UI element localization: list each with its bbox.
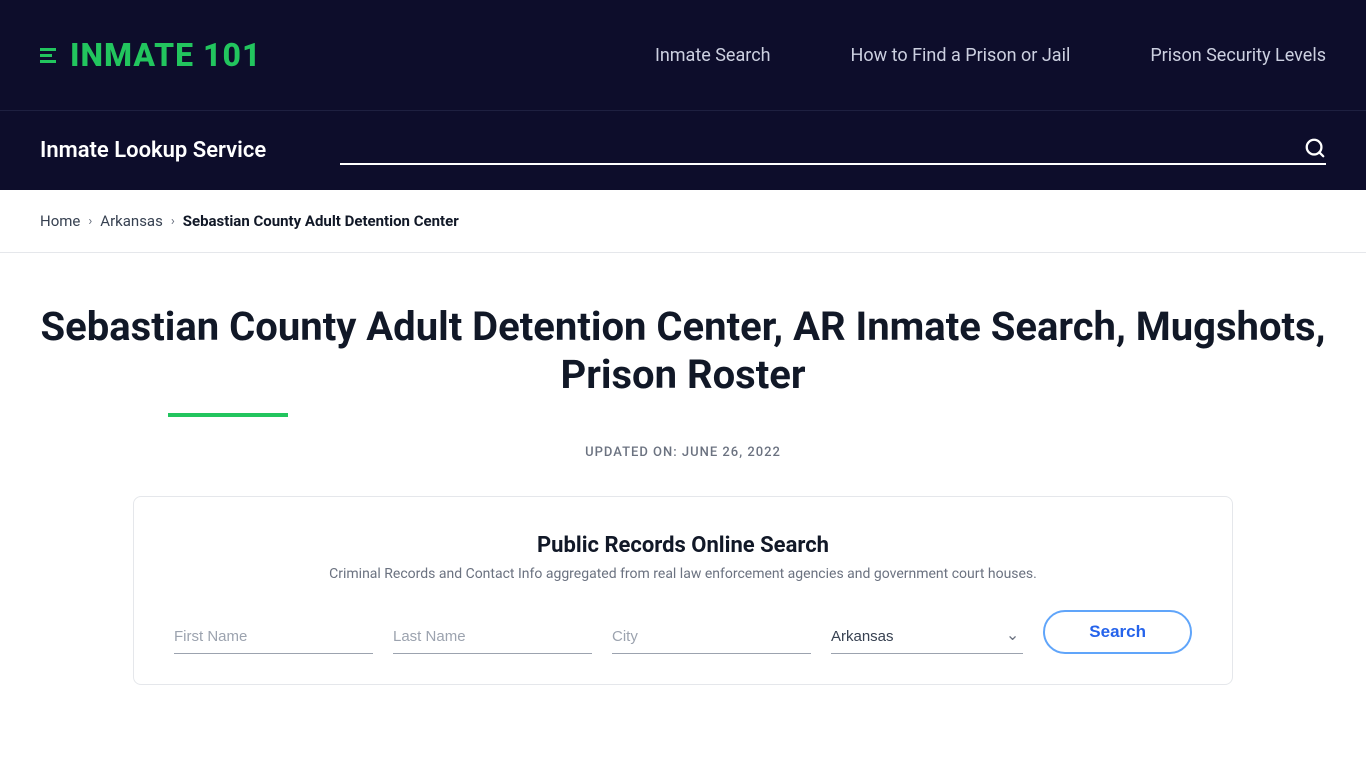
breadcrumb-home[interactable]: Home bbox=[40, 212, 80, 230]
search-input[interactable] bbox=[340, 137, 1294, 158]
breadcrumb-sep-1: › bbox=[88, 214, 92, 229]
form-row: AlabamaAlaskaArizonaArkansasCaliforniaCo… bbox=[174, 610, 1192, 654]
state-select[interactable]: AlabamaAlaskaArizonaArkansasCaliforniaCo… bbox=[831, 620, 1023, 654]
logo-bars-icon bbox=[40, 48, 56, 63]
breadcrumb: Home › Arkansas › Sebastian County Adult… bbox=[40, 212, 1326, 230]
last-name-input[interactable] bbox=[393, 620, 592, 654]
search-bar-area: Inmate Lookup Service bbox=[0, 110, 1366, 190]
logo-inmate: INMATE bbox=[70, 36, 194, 74]
page-title: Sebastian County Adult Detention Center,… bbox=[40, 303, 1326, 399]
nav-link-how-to-find[interactable]: How to Find a Prison or Jail bbox=[851, 45, 1071, 66]
city-input[interactable] bbox=[612, 620, 811, 654]
nav-link-security-levels[interactable]: Prison Security Levels bbox=[1150, 45, 1326, 66]
first-name-field bbox=[174, 620, 373, 654]
card-subtitle: Criminal Records and Contact Info aggreg… bbox=[174, 566, 1192, 582]
breadcrumb-sep-2: › bbox=[171, 214, 175, 229]
title-underline bbox=[168, 413, 288, 417]
nav-links: Inmate Search How to Find a Prison or Ja… bbox=[655, 45, 1326, 66]
logo[interactable]: INMATE 101 bbox=[40, 36, 261, 74]
logo-101: 101 bbox=[194, 36, 261, 74]
updated-date: UPDATED ON: JUNE 26, 2022 bbox=[40, 445, 1326, 460]
logo-text: INMATE 101 bbox=[70, 36, 261, 74]
top-navigation: INMATE 101 Inmate Search How to Find a P… bbox=[0, 0, 1366, 110]
search-icon bbox=[1304, 137, 1326, 159]
search-submit-button[interactable] bbox=[1304, 137, 1326, 159]
card-title: Public Records Online Search bbox=[174, 533, 1192, 558]
city-field bbox=[612, 620, 811, 654]
breadcrumb-state[interactable]: Arkansas bbox=[100, 212, 163, 230]
public-records-card: Public Records Online Search Criminal Re… bbox=[133, 496, 1233, 685]
breadcrumb-section: Home › Arkansas › Sebastian County Adult… bbox=[0, 190, 1366, 253]
last-name-field bbox=[393, 620, 592, 654]
search-input-wrapper bbox=[340, 137, 1326, 165]
first-name-input[interactable] bbox=[174, 620, 373, 654]
search-bar-label: Inmate Lookup Service bbox=[40, 138, 300, 163]
breadcrumb-current: Sebastian County Adult Detention Center bbox=[183, 212, 459, 230]
state-select-wrapper: AlabamaAlaskaArizonaArkansasCaliforniaCo… bbox=[831, 620, 1023, 654]
main-content: Sebastian County Adult Detention Center,… bbox=[0, 253, 1366, 725]
nav-link-inmate-search[interactable]: Inmate Search bbox=[655, 45, 771, 66]
search-button[interactable]: Search bbox=[1043, 610, 1192, 654]
